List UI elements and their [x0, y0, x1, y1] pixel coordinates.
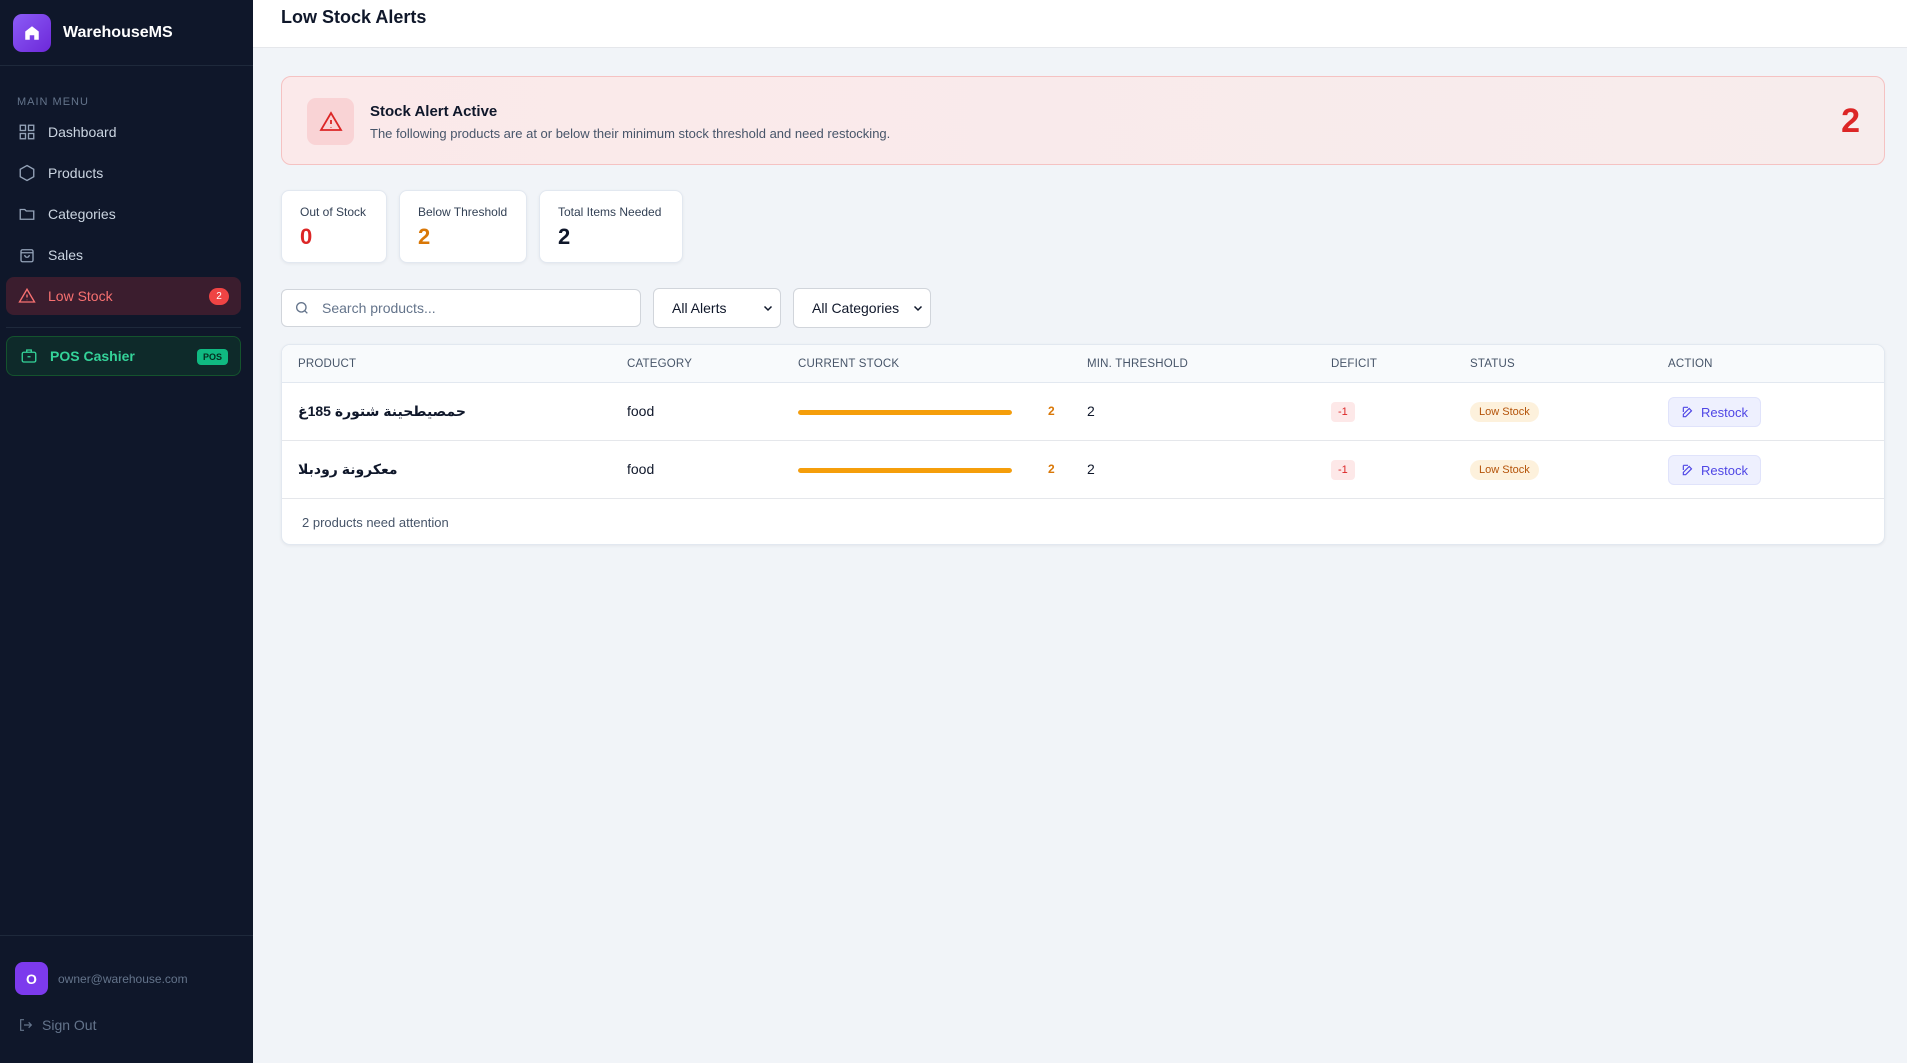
hexagon-icon [19, 164, 35, 182]
deficit-badge: -1 [1331, 402, 1355, 422]
briefcase-icon [21, 349, 37, 363]
stock-progress-fill [798, 468, 1012, 473]
user-email: owner@warehouse.com [58, 971, 188, 986]
chevron-down-icon [913, 305, 923, 312]
sidebar-item-sales[interactable]: Sales [6, 236, 241, 274]
page-title: Low Stock Alerts [281, 7, 427, 27]
column-header-current-stock[interactable]: CURRENT STOCK [798, 358, 899, 370]
status-badge: Low Stock [1470, 460, 1539, 480]
sidebar-item-label: Categories [48, 206, 116, 222]
alert-count: 2 [1841, 102, 1860, 140]
alerts-filter-value: All Alerts [672, 300, 727, 316]
product-name: معكرونة رودبلا [298, 461, 398, 477]
edit-icon [1682, 406, 1693, 418]
deficit-badge: -1 [1331, 460, 1355, 480]
sidebar-footer: O owner@warehouse.com Sign Out [0, 935, 253, 1063]
stock-progress-fill [798, 410, 1012, 415]
sidebar-item-label: Low Stock [48, 288, 113, 304]
alert-triangle-icon [18, 287, 36, 303]
home-icon [13, 13, 51, 52]
search-icon [296, 302, 308, 314]
app-name: WarehouseMS [63, 23, 173, 41]
search-box[interactable] [281, 289, 641, 327]
current-stock: 2 [1048, 462, 1055, 476]
shopping-bag-icon [20, 249, 34, 263]
pos-cashier-button[interactable]: POS Cashier POS [6, 336, 241, 376]
user-info[interactable]: O owner@warehouse.com [15, 962, 253, 995]
stock-progress-bar [798, 410, 1012, 415]
restock-label: Restock [1701, 404, 1748, 420]
sign-out-label: Sign Out [42, 1017, 97, 1033]
product-category: food [627, 461, 655, 477]
alert-description: The following products are at or below t… [370, 126, 891, 141]
table-row: حمصيطحينة شتورة 185غ food 2 2 -1 Low Sto… [282, 383, 1884, 441]
restock-button[interactable]: Restock [1668, 455, 1761, 485]
sidebar-item-label: Sales [48, 247, 84, 263]
table-header: PRODUCT CATEGORY CURRENT STOCK MIN. THRE… [282, 345, 1884, 383]
column-header-deficit[interactable]: DEFICIT [1331, 358, 1377, 370]
status-badge: Low Stock [1470, 402, 1539, 422]
current-stock: 2 [1048, 404, 1055, 418]
low-stock-badge: 2 [209, 288, 229, 305]
sidebar-item-label: Products [48, 165, 104, 181]
stat-label: Out of Stock [300, 205, 367, 219]
stat-value: 0 [300, 224, 313, 249]
column-header-product[interactable]: PRODUCT [298, 358, 356, 370]
categories-filter-select[interactable]: All Categories [793, 288, 931, 328]
edit-icon [1682, 464, 1693, 476]
folder-icon [19, 208, 35, 220]
column-header-min-threshold[interactable]: MIN. THRESHOLD [1087, 358, 1188, 370]
stock-alert-banner: Stock Alert Active The following product… [281, 76, 1885, 165]
sidebar-item-products[interactable]: Products [6, 154, 241, 192]
stat-below-threshold: Below Threshold 2 [399, 190, 527, 263]
categories-filter-value: All Categories [812, 300, 900, 316]
topbar: Low Stock Alerts [253, 0, 1907, 48]
stock-progress-bar [798, 468, 1012, 473]
sidebar-item-label: Dashboard [48, 124, 117, 140]
sign-out-button[interactable]: Sign Out [18, 1017, 253, 1033]
alert-title: Stock Alert Active [370, 103, 498, 120]
avatar: O [15, 962, 48, 995]
logout-icon [20, 1019, 33, 1031]
chevron-down-icon [763, 305, 773, 312]
sidebar-item-dashboard[interactable]: Dashboard [6, 113, 241, 151]
main-nav: Dashboard Products Categories Sales Low … [0, 113, 253, 315]
column-header-action: ACTION [1668, 358, 1713, 370]
alert-triangle-icon [307, 98, 354, 145]
product-category: food [627, 403, 655, 419]
table-footer-summary: 2 products need attention [302, 515, 449, 530]
min-threshold: 2 [1087, 403, 1095, 419]
stat-total-items-needed: Total Items Needed 2 [539, 190, 683, 263]
restock-button[interactable]: Restock [1668, 397, 1761, 427]
brand[interactable]: WarehouseMS [0, 0, 253, 66]
grid-icon [19, 124, 35, 140]
sidebar-item-low-stock[interactable]: Low Stock 2 [6, 277, 241, 315]
pos-badge: POS [196, 349, 228, 365]
column-header-status[interactable]: STATUS [1470, 358, 1515, 370]
low-stock-table: PRODUCT CATEGORY CURRENT STOCK MIN. THRE… [281, 344, 1885, 545]
stat-label: Below Threshold [418, 205, 508, 219]
sidebar-item-categories[interactable]: Categories [6, 195, 241, 233]
stat-out-of-stock: Out of Stock 0 [281, 190, 387, 263]
stat-label: Total Items Needed [558, 205, 662, 219]
sidebar: WarehouseMS MAIN MENU Dashboard Products… [0, 0, 253, 1063]
stat-value: 2 [558, 224, 571, 249]
divider [6, 327, 241, 328]
column-header-category[interactable]: CATEGORY [627, 358, 692, 370]
table-row: معكرونة رودبلا food 2 2 -1 Low Stock Res… [282, 441, 1884, 499]
min-threshold: 2 [1087, 461, 1095, 477]
restock-label: Restock [1701, 462, 1748, 478]
search-input[interactable] [322, 300, 622, 316]
alerts-filter-select[interactable]: All Alerts [653, 288, 781, 328]
stat-value: 2 [418, 224, 431, 249]
pos-cashier-label: POS Cashier [50, 348, 135, 364]
menu-title: MAIN MENU [17, 96, 89, 108]
product-name: حمصيطحينة شتورة 185غ [298, 403, 466, 419]
